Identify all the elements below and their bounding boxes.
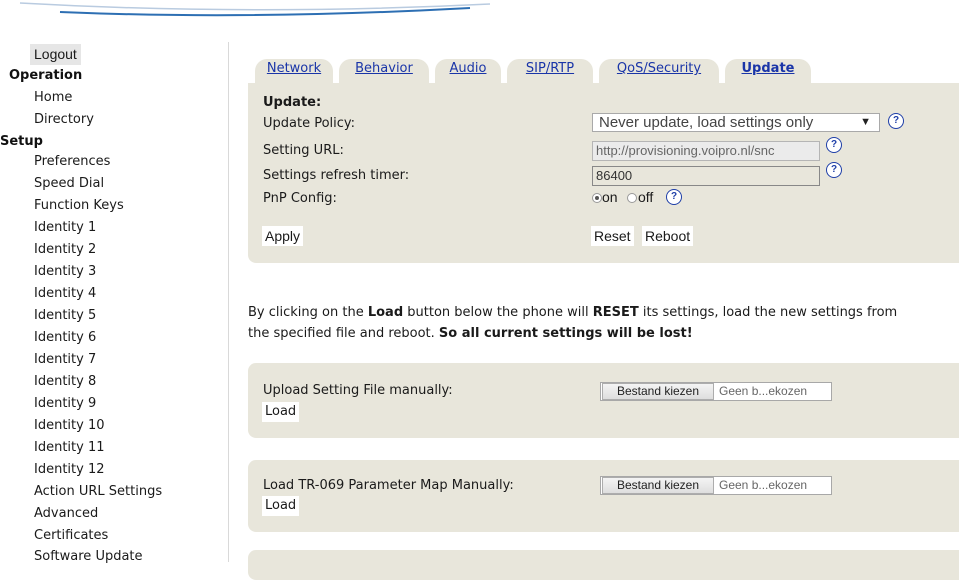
update-settings-panel: Update: Update Policy: Never update, loa… [248,83,959,263]
sidebar-item-identity-8[interactable]: Identity 8 [34,374,96,390]
apply-button[interactable]: Apply [262,226,304,246]
help-icon[interactable]: ? [826,162,842,178]
sidebar-item-identity-11[interactable]: Identity 11 [34,440,105,456]
sidebar-item-action-url-settings[interactable]: Action URL Settings [34,484,162,500]
file-status: Geen b...ekozen [719,384,808,398]
tab-behavior[interactable]: Behavior [339,59,429,83]
tab-audio-label[interactable]: Audio [435,61,501,76]
tab-update-label[interactable]: Update [725,61,811,76]
refresh-timer-label: Settings refresh timer: [263,168,410,183]
chevron-down-icon: ▼ [860,116,871,128]
tab-bar: Network Behavior Audio SIP/RTP QoS/Secur… [255,59,815,83]
tab-update[interactable]: Update [725,59,811,83]
choose-file-button[interactable]: Bestand kiezen [602,383,714,400]
load-tr069-button[interactable]: Load [262,496,300,516]
sidebar-heading-setup: Setup [0,134,43,149]
choose-file-button[interactable]: Bestand kiezen [602,477,714,494]
load-warning-line-1: By clicking on the Load button below the… [248,305,897,320]
file-status: Geen b...ekozen [719,478,808,492]
tab-sip-rtp[interactable]: SIP/RTP [507,59,593,83]
help-icon[interactable]: ? [666,189,682,205]
tab-qos-security-label[interactable]: QoS/Security [599,61,719,76]
info-text: the specified file and reboot. [248,326,439,341]
upload-settings-file-picker[interactable]: Bestand kiezen Geen b...ekozen [600,382,832,401]
tab-qos-security[interactable]: QoS/Security [599,59,719,83]
pnp-off-radio[interactable] [627,193,637,203]
upload-settings-panel: Upload Setting File manually: Bestand ki… [248,363,959,438]
setting-url-label: Setting URL: [263,143,344,158]
sidebar-item-identity-2[interactable]: Identity 2 [34,242,96,258]
update-policy-select[interactable]: Never update, load settings only ▼ [592,113,880,132]
sidebar-nav: Logout Operation Home Directory Setup Pr… [0,42,228,565]
upload-settings-label: Upload Setting File manually: [263,383,453,398]
sidebar-item-identity-4[interactable]: Identity 4 [34,286,96,302]
sidebar-heading-operation: Operation [9,68,83,83]
sidebar-divider [228,42,229,562]
tab-sip-rtp-label[interactable]: SIP/RTP [507,61,593,76]
tab-behavior-label[interactable]: Behavior [339,61,429,76]
sidebar-item-identity-3[interactable]: Identity 3 [34,264,96,280]
load-settings-button[interactable]: Load [262,402,300,422]
sidebar-item-identity-10[interactable]: Identity 10 [34,418,105,434]
sidebar-item-identity-1[interactable]: Identity 1 [34,220,96,236]
info-warning-bold: So all current settings will be lost! [438,326,693,341]
tab-audio[interactable]: Audio [435,59,501,83]
sidebar-item-directory[interactable]: Directory [34,112,94,128]
load-warning-line-2: the specified file and reboot. So all cu… [248,326,693,341]
info-load-word: Load [367,305,404,320]
info-reset-word: RESET [592,305,639,320]
reset-button[interactable]: Reset [591,226,634,246]
pnp-on-label[interactable]: on [602,189,618,205]
info-text: its settings, load the new settings from [638,305,898,320]
sidebar-item-software-update[interactable]: Software Update [34,549,143,565]
sidebar-item-advanced[interactable]: Advanced [34,506,98,522]
sidebar-item-preferences[interactable]: Preferences [34,154,110,170]
sidebar-item-identity-6[interactable]: Identity 6 [34,330,96,346]
tr069-file-picker[interactable]: Bestand kiezen Geen b...ekozen [600,476,832,495]
help-icon[interactable]: ? [888,113,904,129]
update-policy-label: Update Policy: [263,116,356,131]
reboot-button[interactable]: Reboot [642,226,694,246]
sidebar-item-identity-12[interactable]: Identity 12 [34,462,105,478]
info-text: By clicking on the [248,305,368,320]
sidebar-item-identity-9[interactable]: Identity 9 [34,396,96,412]
refresh-timer-field[interactable]: 86400 [592,166,820,186]
sidebar-item-certificates[interactable]: Certificates [34,528,108,544]
tab-network-label[interactable]: Network [255,61,333,76]
help-icon[interactable]: ? [826,137,842,153]
pnp-on-radio[interactable] [592,193,602,203]
update-policy-value: Never update, load settings only [599,114,814,131]
tr069-map-panel: Load TR-069 Parameter Map Manually: Best… [248,460,959,532]
sidebar-item-identity-5[interactable]: Identity 5 [34,308,96,324]
update-heading: Update: [263,95,322,110]
pnp-config-label: PnP Config: [263,191,337,206]
sidebar-item-function-keys[interactable]: Function Keys [34,198,124,214]
sidebar-item-identity-7[interactable]: Identity 7 [34,352,96,368]
sidebar-item-speed-dial[interactable]: Speed Dial [34,176,104,192]
tab-network[interactable]: Network [255,59,333,83]
logo-swoosh [19,2,491,17]
tr069-map-label: Load TR-069 Parameter Map Manually: [263,478,514,493]
logout-button[interactable]: Logout [30,44,81,65]
next-panel-partial [248,550,959,580]
info-text: button below the phone will [403,305,593,320]
setting-url-field[interactable]: http://provisioning.voipro.nl/snc [592,141,820,161]
pnp-off-label[interactable]: off [638,189,653,205]
sidebar-item-home[interactable]: Home [34,90,72,106]
